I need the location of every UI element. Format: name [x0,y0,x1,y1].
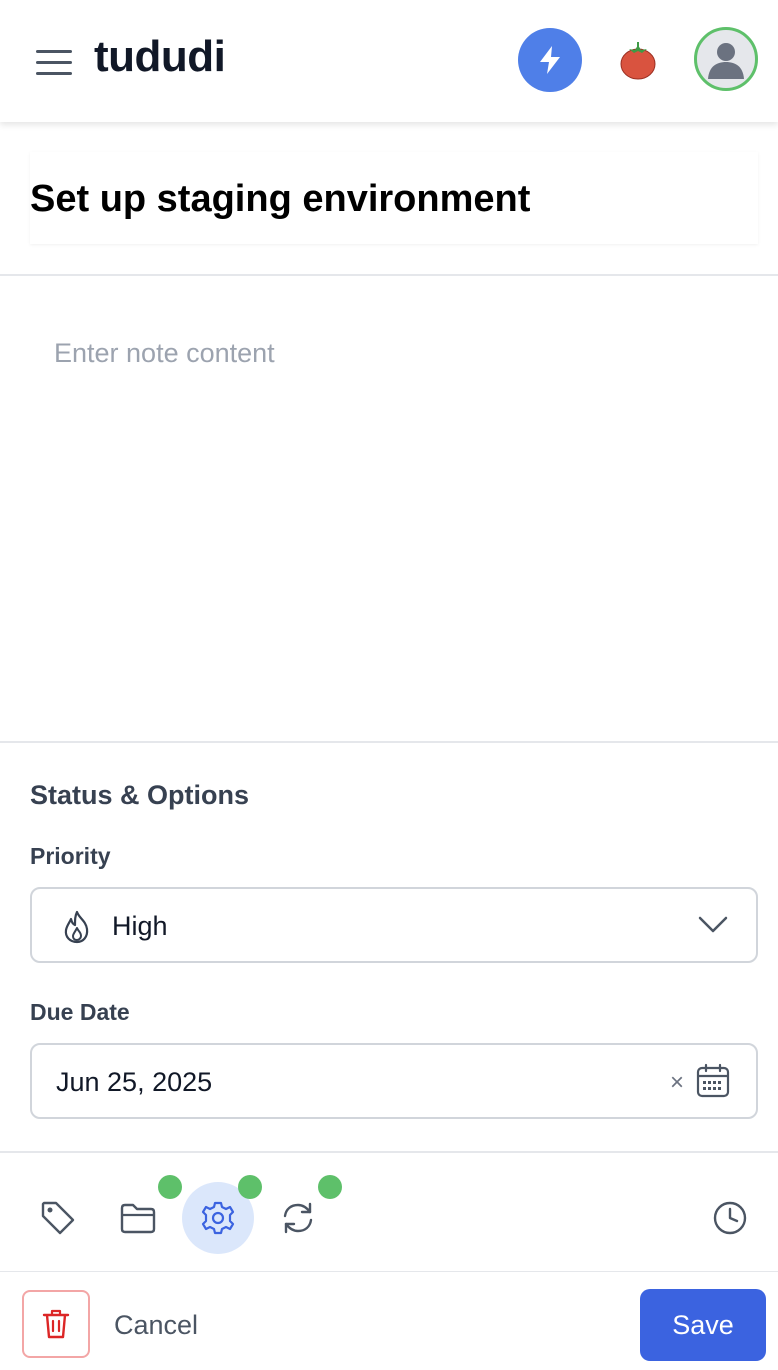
tomato-icon [620,42,656,80]
fire-icon [64,910,89,944]
clock-icon [713,1201,747,1235]
section-heading: Status & Options [30,780,250,810]
brand-title: tududi [94,32,226,81]
user-avatar[interactable] [694,27,758,91]
gear-icon [201,1201,235,1235]
chevron-down-icon [698,916,728,933]
hamburger-icon[interactable] [34,46,74,78]
task-title-input[interactable]: Set up staging environment [30,178,530,221]
quick-capture-button[interactable] [518,28,582,92]
footer-bar: Cancel Save [0,1272,778,1370]
due-date-value: Jun 25, 2025 [56,1067,213,1097]
tag-icon [41,1201,75,1235]
tags-button[interactable] [22,1182,94,1254]
priority-value: High [112,911,168,941]
user-icon [708,43,744,79]
task-title-card: Set up staging environment [30,152,758,244]
lightning-icon [540,46,560,74]
divider [0,1151,778,1153]
repeat-icon [283,1202,313,1234]
recurrence-indicator-dot [318,1175,342,1199]
divider [0,274,778,276]
due-date-field[interactable]: Jun 25, 2025 × [30,1043,758,1119]
cancel-button[interactable]: Cancel [114,1310,198,1341]
note-content-input[interactable]: Enter note content [54,338,275,369]
priority-label: Priority [30,843,111,869]
save-button[interactable]: Save [640,1289,766,1361]
trash-icon [42,1309,70,1339]
pomodoro-button[interactable] [612,34,664,86]
history-button[interactable] [694,1182,766,1254]
delete-button[interactable] [22,1290,90,1358]
settings-indicator-dot [238,1175,262,1199]
folder-icon [120,1203,156,1234]
app-header: tududi [0,0,778,122]
clear-date-button[interactable]: × [670,1069,684,1097]
divider [0,741,778,743]
due-date-label: Due Date [30,999,130,1025]
project-indicator-dot [158,1175,182,1199]
calendar-icon [696,1063,730,1098]
priority-select[interactable]: High [30,887,758,963]
